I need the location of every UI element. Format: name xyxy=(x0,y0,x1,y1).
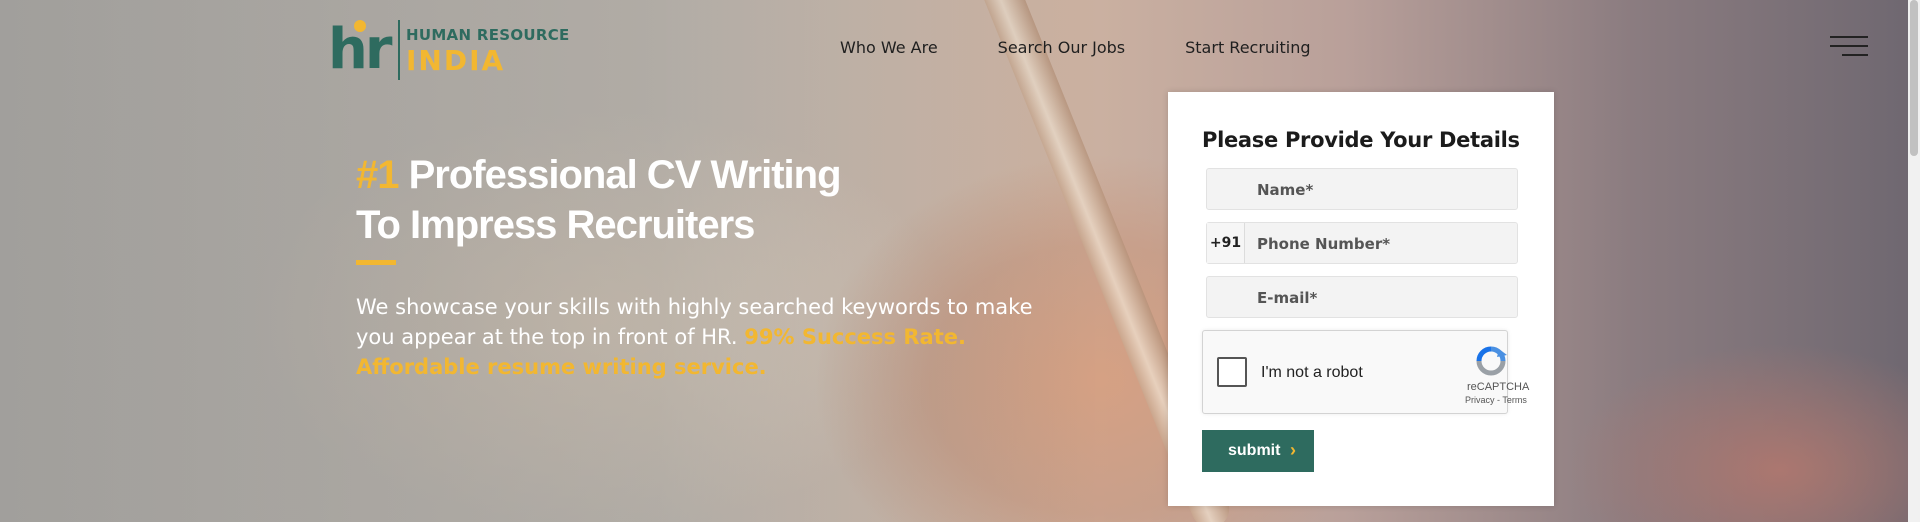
form-title: Please Provide Your Details xyxy=(1202,128,1520,152)
phone-prefix[interactable]: +91 xyxy=(1207,223,1245,263)
recaptcha-widget: I'm not a robot reCAPTCHA Privacy - Term… xyxy=(1202,330,1529,414)
page-scrollbar[interactable] xyxy=(1908,0,1920,522)
hero-description: We showcase your skills with highly sear… xyxy=(356,292,1076,382)
logo-text-line1: HUMAN RESOURCE xyxy=(406,26,570,44)
hero-headline: #1 Professional CV Writing To Impress Re… xyxy=(356,150,916,250)
nav-start-recruiting[interactable]: Start Recruiting xyxy=(1185,38,1310,57)
recaptcha-logo-icon xyxy=(1476,346,1507,376)
hamburger-menu-icon[interactable] xyxy=(1830,36,1868,58)
name-placeholder: Name* xyxy=(1257,181,1314,199)
nav-who-we-are[interactable]: Who We Are xyxy=(840,38,938,57)
recaptcha-label: I'm not a robot xyxy=(1261,364,1363,381)
nav-search-our-jobs[interactable]: Search Our Jobs xyxy=(998,38,1125,57)
phone-field[interactable]: +91 Phone Number* xyxy=(1206,222,1518,264)
logo-divider xyxy=(398,20,400,80)
email-field[interactable]: E-mail* xyxy=(1206,276,1518,318)
logo-dot-icon xyxy=(354,20,366,32)
details-form: Please Provide Your Details Name* +91 Ph… xyxy=(1168,92,1554,506)
phone-placeholder: Phone Number* xyxy=(1257,235,1391,253)
recaptcha-checkbox[interactable] xyxy=(1217,357,1247,387)
headline-underline xyxy=(356,260,396,265)
recaptcha-terms[interactable]: Privacy - Terms xyxy=(1465,395,1527,405)
chevron-right-icon: › xyxy=(1290,440,1296,460)
site-logo[interactable]: hr HUMAN RESOURCE INDIA xyxy=(328,18,569,82)
headline-accent: #1 xyxy=(356,153,399,197)
headline-line-2: To Impress Recruiters xyxy=(356,203,755,247)
hero-background xyxy=(0,0,1920,522)
headline-line-1: #1 Professional CV Writing xyxy=(356,150,916,200)
logo-text-line2: INDIA xyxy=(406,44,506,77)
main-nav: Who We Are Search Our Jobs Start Recruit… xyxy=(840,38,1311,57)
submit-button[interactable]: submit › xyxy=(1202,430,1314,472)
submit-label: submit xyxy=(1228,442,1281,459)
headline-line-1-text: Professional CV Writing xyxy=(398,153,842,197)
email-placeholder: E-mail* xyxy=(1257,289,1318,307)
scrollbar-thumb[interactable] xyxy=(1910,0,1918,156)
recaptcha-brand: reCAPTCHA xyxy=(1467,381,1530,393)
name-field[interactable]: Name* xyxy=(1206,168,1518,210)
